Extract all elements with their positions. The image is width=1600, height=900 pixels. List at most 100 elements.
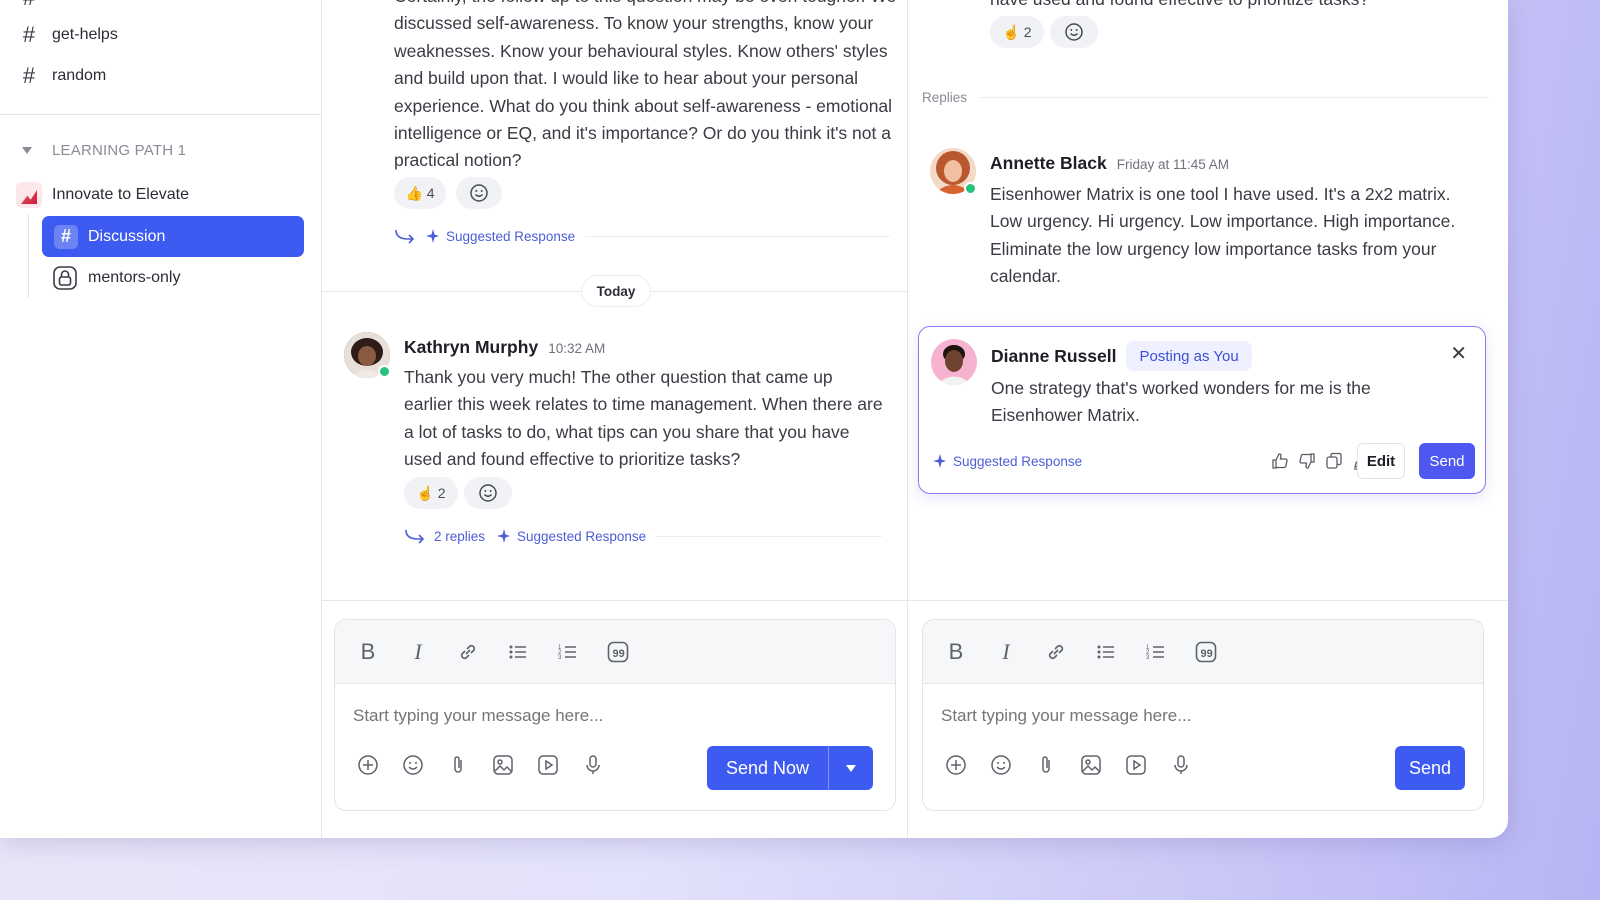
send-now-button[interactable]: Send Now	[707, 746, 874, 790]
course-item[interactable]: Innovate to Elevate	[16, 182, 189, 208]
attachment-toolbar	[943, 752, 1213, 778]
sidebar-item-discussion[interactable]: # Discussion	[42, 216, 304, 257]
reaction-point-up[interactable]: ☝ 2	[990, 16, 1044, 48]
svg-text:3: 3	[1146, 655, 1150, 661]
message-meta: Annette Black Friday at 11:45 AM	[990, 153, 1229, 174]
smiley-icon	[470, 184, 488, 202]
tree-line	[28, 214, 29, 298]
add-button[interactable]	[943, 752, 969, 778]
bold-button[interactable]: B	[941, 637, 971, 667]
attachment-toolbar	[355, 752, 625, 778]
avatar[interactable]	[931, 339, 977, 385]
composer-divider	[908, 600, 1508, 601]
section-label: LEARNING PATH 1	[52, 142, 187, 159]
sidebar-channel-random[interactable]: # random	[18, 62, 106, 90]
italic-button[interactable]: I	[991, 637, 1021, 667]
italic-button[interactable]: I	[403, 637, 433, 667]
paperclip-icon	[454, 756, 462, 773]
suggested-response-row: Suggested Response	[394, 227, 891, 245]
format-toolbar: B I 123 99	[335, 620, 895, 684]
link-icon	[460, 644, 476, 659]
message-time: Friday at 11:45 AM	[1116, 157, 1230, 172]
author-name[interactable]: Kathryn Murphy	[404, 337, 538, 358]
suggested-response-link[interactable]: Suggested Response	[517, 529, 646, 544]
numbered-list-button[interactable]: 123	[1141, 637, 1171, 667]
add-button[interactable]	[355, 752, 381, 778]
attach-button[interactable]	[445, 752, 471, 778]
bullet-list-button[interactable]	[1091, 637, 1121, 667]
caret-down-icon	[22, 147, 32, 154]
reaction-point-up[interactable]: ☝ 2	[404, 477, 458, 509]
bullet-list-icon	[1097, 645, 1114, 658]
quote-button[interactable]: 99	[1191, 637, 1221, 667]
send-suggestion-button[interactable]: Send	[1419, 443, 1475, 479]
svg-text:3: 3	[558, 655, 562, 661]
image-button[interactable]	[490, 752, 516, 778]
replies-link[interactable]: 2 replies	[434, 529, 485, 544]
video-button[interactable]	[1123, 752, 1149, 778]
message-text: Thank you very much! The other question …	[404, 367, 883, 470]
add-reaction-button[interactable]	[456, 177, 502, 209]
reaction-thumbs-up[interactable]: 👍 4	[394, 177, 446, 209]
copy-icon	[1326, 452, 1342, 469]
hash-icon: #	[54, 224, 78, 249]
draft-meta: Dianne Russell Posting as You	[991, 341, 1252, 371]
numbered-list-button[interactable]: 123	[553, 637, 583, 667]
close-icon[interactable]: ✕	[1450, 341, 1467, 366]
suggested-response-link[interactable]: Suggested Response	[446, 229, 575, 244]
sparkle-icon	[933, 454, 946, 468]
send-button[interactable]: Send	[1395, 746, 1465, 790]
quote-button[interactable]: 99	[603, 637, 633, 667]
copy-button[interactable]	[1322, 449, 1346, 473]
sidebar: # # get-helps # random LEARNING PATH 1 I…	[0, 0, 322, 838]
emoji-button[interactable]	[400, 752, 426, 778]
italic-icon: I	[1002, 638, 1010, 664]
link-button[interactable]	[1041, 637, 1071, 667]
hash-icon: #	[18, 0, 40, 11]
channel-label: Discussion	[88, 227, 166, 245]
posting-as-badge: Posting as You	[1126, 341, 1252, 371]
row-divider	[585, 235, 891, 237]
thread-panel: have used and found effective to priorit…	[908, 0, 1508, 838]
video-icon	[1126, 755, 1146, 775]
add-reaction-button[interactable]	[1050, 16, 1098, 48]
format-toolbar: B I 123 99	[923, 620, 1483, 684]
reply-arrow-icon	[395, 229, 415, 244]
voice-button[interactable]	[1168, 752, 1194, 778]
link-icon	[1048, 644, 1064, 659]
thread-message-input[interactable]	[941, 706, 1421, 726]
course-logo-icon	[16, 182, 42, 208]
bold-button[interactable]: B	[353, 637, 383, 667]
sidebar-channel-get-helps[interactable]: # get-helps	[18, 21, 118, 49]
emoji-button[interactable]	[988, 752, 1014, 778]
smiley-icon	[479, 484, 497, 502]
smiley-icon	[1065, 23, 1083, 41]
message-composer: B I 123 99 Start typing your message her…	[334, 619, 896, 811]
suggested-reply-card: Dianne Russell Posting as You ✕ One stra…	[918, 326, 1486, 494]
thread-row: 2 replies Suggested Response	[404, 527, 883, 545]
image-button[interactable]	[1078, 752, 1104, 778]
sidebar-item-mentors-only[interactable]: mentors-only	[52, 263, 180, 293]
send-options-dropdown[interactable]	[829, 746, 873, 790]
video-button[interactable]	[535, 752, 561, 778]
add-reaction-button[interactable]	[464, 477, 512, 509]
author-name[interactable]: Annette Black	[990, 153, 1107, 174]
thumbs-up-button[interactable]	[1268, 449, 1292, 473]
sidebar-channel-partial[interactable]: #	[18, 0, 52, 12]
voice-button[interactable]	[580, 752, 606, 778]
suggested-response-label-row: Suggested Response	[931, 453, 1082, 469]
message-input[interactable]	[353, 706, 833, 726]
thumbs-down-button[interactable]	[1295, 449, 1319, 473]
learning-path-toggle[interactable]: LEARNING PATH 1	[22, 142, 186, 159]
quote-icon: 99	[1195, 641, 1217, 662]
attach-button[interactable]	[1033, 752, 1059, 778]
edit-button[interactable]: Edit	[1357, 443, 1405, 479]
image-icon	[1081, 755, 1101, 775]
bullet-list-button[interactable]	[503, 637, 533, 667]
link-button[interactable]	[453, 637, 483, 667]
smiley-icon	[991, 755, 1011, 775]
thumbs-down-icon	[1299, 453, 1315, 469]
quote-icon: 99	[607, 641, 629, 662]
channel-feed: Certainly, the follow up to this questio…	[322, 0, 908, 838]
hash-icon: #	[22, 22, 36, 47]
